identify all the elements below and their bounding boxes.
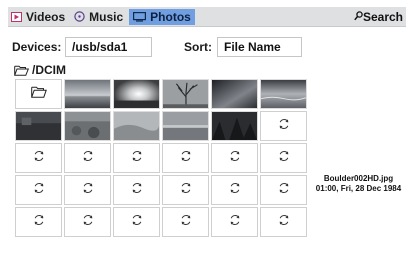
folder-up-icon [30, 85, 47, 103]
thumbnail-image [65, 80, 110, 108]
loading-icon [33, 181, 45, 199]
photo-thumbnail[interactable] [15, 111, 62, 141]
thumbnail-image [163, 80, 208, 108]
sort-label: Sort: [184, 40, 212, 54]
selected-datetime: 01:00, Fri, 28 Dec 1984 [315, 184, 402, 193]
selected-filename: Boulder002HD.jpg [323, 174, 394, 183]
thumbnail-image [261, 80, 306, 108]
photo-tile-loading[interactable] [260, 111, 307, 141]
tab-music[interactable]: Music [71, 9, 126, 25]
photo-thumbnail[interactable] [211, 111, 258, 141]
loading-icon [131, 181, 143, 199]
tab-videos-label: Videos [26, 9, 66, 24]
thumbnail-image [212, 112, 257, 140]
loading-icon [82, 181, 94, 199]
search-label: Search [362, 9, 403, 24]
loading-icon [278, 181, 290, 199]
photo-tile-loading[interactable] [64, 175, 111, 205]
photo-thumbnail[interactable] [64, 111, 111, 141]
photo-tile-loading[interactable] [162, 143, 209, 173]
photo-tile-loading[interactable] [162, 207, 209, 237]
photo-tile-loading[interactable] [260, 143, 307, 173]
thumbnail-image [114, 80, 159, 108]
loading-icon [180, 213, 192, 231]
sort-field[interactable]: File Name [217, 37, 302, 57]
loading-icon [82, 149, 94, 167]
thumbnail-image [163, 112, 208, 140]
tab-videos[interactable]: Videos [8, 9, 68, 25]
photo-tile-loading[interactable] [64, 207, 111, 237]
photo-thumbnail[interactable] [113, 111, 160, 141]
photo-thumbnail[interactable] [113, 79, 160, 109]
loading-icon [131, 149, 143, 167]
video-icon [11, 11, 22, 22]
photo-tile-loading[interactable] [162, 175, 209, 205]
selected-file-info: Boulder002HD.jpg 01:00, Fri, 28 Dec 1984 [310, 174, 407, 194]
loading-icon [278, 117, 290, 135]
photo-thumbnail[interactable] [211, 79, 258, 109]
photo-tile-loading[interactable] [15, 143, 62, 173]
tab-music-label: Music [89, 9, 124, 24]
photo-tile-loading[interactable] [211, 207, 258, 237]
thumbnail-image [65, 112, 110, 140]
thumbnail-image [16, 112, 61, 140]
tab-photos[interactable]: Photos [129, 8, 195, 25]
search-button[interactable]: Search [354, 10, 403, 24]
loading-icon [33, 149, 45, 167]
photo-thumbnail[interactable] [162, 111, 209, 141]
loading-icon [82, 213, 94, 231]
photo-thumbnail[interactable] [162, 79, 209, 109]
thumbnail-image [114, 112, 159, 140]
photo-tile-loading[interactable] [211, 143, 258, 173]
photo-tile-loading[interactable] [64, 143, 111, 173]
thumbnail-image [212, 80, 257, 108]
folder-open-icon [14, 65, 29, 76]
loading-icon [229, 149, 241, 167]
photos-icon [133, 11, 147, 22]
loading-icon [278, 213, 290, 231]
devices-field[interactable]: /usb/sda1 [65, 37, 152, 57]
photo-tile-loading[interactable] [113, 143, 160, 173]
loading-icon [180, 149, 192, 167]
path-label: /DCIM [32, 63, 66, 77]
music-icon [74, 11, 85, 22]
photo-tile-loading[interactable] [260, 207, 307, 237]
photo-thumbnail[interactable] [260, 79, 307, 109]
current-path: /DCIM [14, 63, 66, 77]
loading-icon [278, 149, 290, 167]
photo-grid [15, 79, 309, 237]
photo-thumbnail[interactable] [64, 79, 111, 109]
filter-row: Devices: /usb/sda1 Sort: File Name [12, 37, 404, 57]
search-icon [354, 10, 363, 24]
devices-label: Devices: [12, 40, 62, 54]
loading-icon [180, 181, 192, 199]
photo-tile-loading[interactable] [113, 207, 160, 237]
tab-photos-label: Photos [150, 9, 191, 24]
loading-icon [33, 213, 45, 231]
loading-icon [131, 213, 143, 231]
photo-tile-loading[interactable] [15, 207, 62, 237]
loading-icon [229, 213, 241, 231]
photo-tile-loading[interactable] [211, 175, 258, 205]
photo-tile-loading[interactable] [260, 175, 307, 205]
photo-tile-loading[interactable] [113, 175, 160, 205]
photo-tile-loading[interactable] [15, 175, 62, 205]
parent-folder-tile[interactable] [15, 79, 62, 109]
loading-icon [229, 181, 241, 199]
top-nav-bar: Videos Music Photos Search [8, 7, 406, 27]
